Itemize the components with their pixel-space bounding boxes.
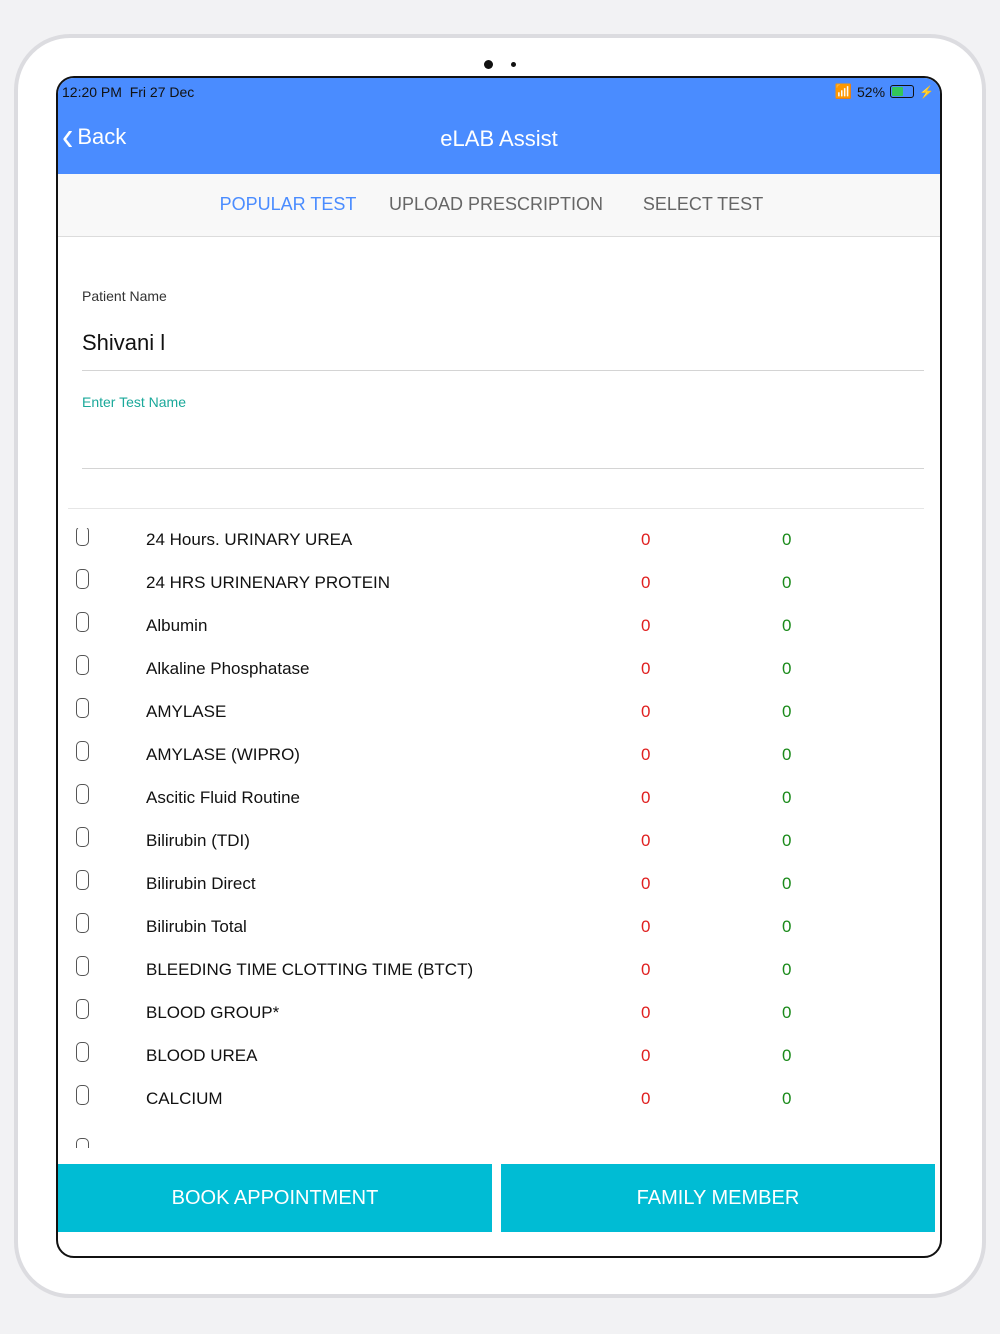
list-item: 24 Hours. URINARY UREA 0 0 [58, 528, 940, 571]
test-discount: 0 [782, 530, 792, 549]
test-price: 0 [641, 831, 651, 850]
test-checkbox[interactable] [76, 870, 89, 890]
divider [82, 370, 924, 371]
test-name: AMYLASE (WIPRO) [146, 745, 300, 764]
test-name: 24 Hours. URINARY UREA [146, 530, 353, 549]
page-title: eLAB Assist [440, 126, 558, 151]
test-checkbox[interactable] [76, 1085, 89, 1105]
test-checkbox[interactable] [76, 569, 89, 589]
test-discount: 0 [782, 1003, 792, 1022]
list-item: Ascitic Fluid Routine 0 0 [58, 784, 940, 829]
test-discount: 0 [782, 788, 792, 807]
battery-icon [890, 85, 915, 98]
test-discount: 0 [782, 831, 792, 850]
test-checkbox[interactable] [76, 612, 89, 632]
list-item: AMYLASE 0 0 [58, 698, 940, 743]
tab-upload-prescription[interactable]: UPLOAD PRESCRIPTION [389, 194, 603, 215]
test-checkbox[interactable] [76, 528, 89, 546]
test-name-label: Enter Test Name [82, 394, 187, 410]
list-item: Bilirubin Direct 0 0 [58, 870, 940, 915]
test-checkbox[interactable] [76, 827, 89, 847]
test-price: 0 [641, 616, 651, 635]
test-price: 0 [641, 960, 651, 979]
test-name-input[interactable] [82, 422, 924, 468]
book-appointment-button[interactable]: BOOK APPOINTMENT [58, 1164, 492, 1232]
test-price: 0 [641, 1046, 651, 1065]
test-name: Bilirubin Total [146, 917, 247, 936]
wifi-icon: 📶 [834, 83, 853, 99]
test-name: Ascitic Fluid Routine [146, 788, 301, 807]
page-indicator [18, 56, 982, 70]
test-discount: 0 [782, 616, 792, 635]
test-name: BLOOD GROUP* [146, 1003, 280, 1022]
list-item: BLOOD UREA 0 0 [58, 1042, 940, 1087]
status-indicators: 📶 52% ⚡ [835, 83, 934, 100]
test-discount: 0 [782, 917, 792, 936]
list-item: Bilirubin (TDI) 0 0 [58, 827, 940, 872]
test-list: 24 Hours. URINARY UREA 0 0 24 HRS URINEN… [58, 528, 940, 1148]
test-price: 0 [641, 788, 651, 807]
test-checkbox[interactable] [76, 741, 89, 761]
test-price: 0 [641, 1003, 651, 1022]
test-name: 24 HRS URINENARY PROTEIN [146, 573, 391, 592]
nav-header: 12:20 PM Fri 27 Dec 📶 52% ⚡ ‹ Back eLAB … [58, 78, 940, 174]
test-name: BLEEDING TIME CLOTTING TIME (BTCT) [146, 960, 474, 979]
test-price: 0 [641, 874, 651, 893]
test-discount: 0 [782, 745, 792, 764]
test-price: 0 [641, 917, 651, 936]
test-discount: 0 [782, 1089, 792, 1108]
test-checkbox[interactable] [76, 956, 89, 976]
test-price: 0 [641, 573, 651, 592]
app-screen: 12:20 PM Fri 27 Dec 📶 52% ⚡ ‹ Back eLAB … [56, 76, 942, 1258]
list-item: Alkaline Phosphatase 0 0 [58, 655, 940, 700]
list-item: AMYLASE (WIPRO) 0 0 [58, 741, 940, 786]
test-name: AMYLASE [146, 702, 227, 721]
test-price: 0 [641, 702, 651, 721]
list-item: Albumin 0 0 [58, 612, 940, 657]
test-discount: 0 [782, 1046, 792, 1065]
test-name: Bilirubin (TDI) [146, 831, 250, 850]
test-checkbox[interactable] [76, 913, 89, 933]
test-checkbox[interactable] [76, 1138, 89, 1148]
test-price: 0 [641, 1089, 651, 1108]
test-checkbox[interactable] [76, 655, 89, 675]
list-item: BLEEDING TIME CLOTTING TIME (BTCT) 0 0 [58, 956, 940, 1001]
list-item: Bilirubin Total 0 0 [58, 913, 940, 958]
tab-bar: POPULAR TEST UPLOAD PRESCRIPTION SELECT … [58, 174, 940, 237]
list-item: BLOOD GROUP* 0 0 [58, 999, 940, 1044]
divider [82, 468, 924, 469]
test-price: 0 [641, 745, 651, 764]
test-name: BLOOD UREA [146, 1046, 258, 1065]
test-discount: 0 [782, 960, 792, 979]
test-name: Alkaline Phosphatase [146, 659, 310, 678]
family-member-button[interactable]: FAMILY MEMBER [501, 1164, 935, 1232]
tab-popular-test[interactable]: POPULAR TEST [220, 194, 357, 215]
test-discount: 0 [782, 573, 792, 592]
test-checkbox[interactable] [76, 1042, 89, 1062]
status-time: 12:20 PM Fri 27 Dec [62, 84, 195, 100]
test-discount: 0 [782, 874, 792, 893]
test-price: 0 [641, 530, 651, 549]
charging-icon: ⚡ [919, 84, 934, 99]
test-discount: 0 [782, 659, 792, 678]
divider [68, 508, 924, 509]
test-name: Albumin [146, 616, 208, 635]
test-checkbox[interactable] [76, 784, 89, 804]
tab-select-test[interactable]: SELECT TEST [643, 194, 763, 215]
patient-name-field[interactable]: Shivani l [82, 330, 165, 356]
test-name: CALCIUM [146, 1089, 223, 1108]
test-price: 0 [641, 659, 651, 678]
list-item: 24 HRS URINENARY PROTEIN 0 0 [58, 569, 940, 614]
test-checkbox[interactable] [76, 698, 89, 718]
battery-percent: 52% [857, 83, 886, 100]
test-checkbox[interactable] [76, 999, 89, 1019]
test-discount: 0 [782, 702, 792, 721]
patient-name-label: Patient Name [82, 288, 167, 304]
list-item: CALCIUM 0 0 [58, 1085, 940, 1130]
status-bar: 12:20 PM Fri 27 Dec 📶 52% ⚡ [62, 82, 934, 102]
page-dot [511, 62, 516, 68]
page-dot-active [484, 60, 493, 70]
test-name: Bilirubin Direct [146, 874, 256, 893]
